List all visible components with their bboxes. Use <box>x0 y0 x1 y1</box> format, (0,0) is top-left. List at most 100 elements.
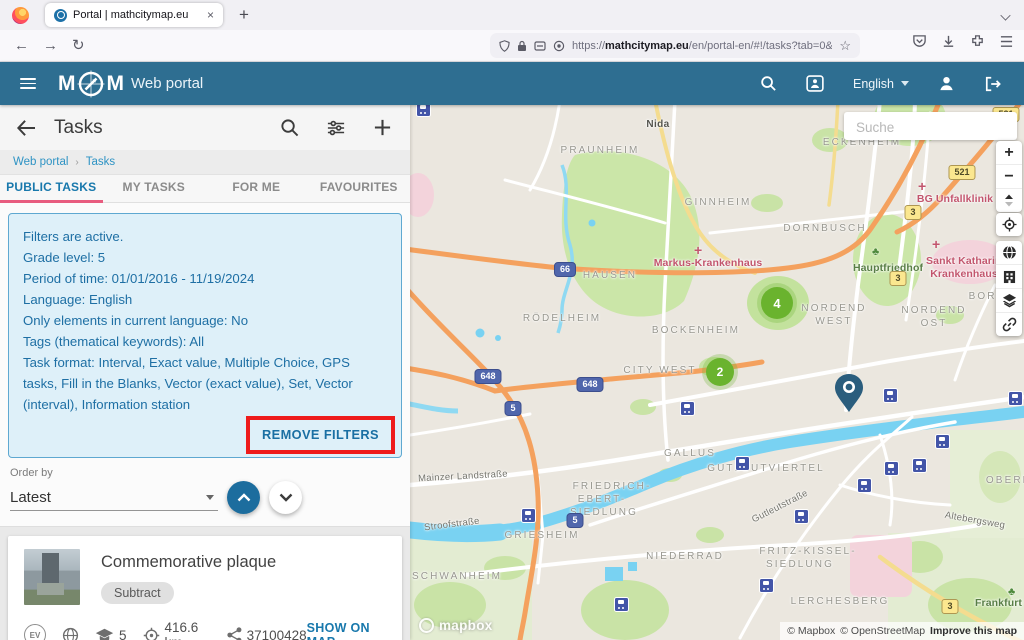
menu-icon[interactable] <box>999 35 1014 48</box>
tab-public-tasks[interactable]: PUBLIC TASKS <box>0 175 103 202</box>
task-cluster-marker[interactable]: 2 <box>706 358 734 386</box>
task-thumbnail <box>24 549 80 605</box>
filter-line: Tags (thematical keywords): All <box>23 331 387 352</box>
buildings-button[interactable] <box>996 265 1022 289</box>
map-label-hospital: BG Unfallklinik <box>917 193 993 205</box>
lock-icon[interactable] <box>517 40 527 52</box>
locate-me-button[interactable] <box>996 213 1022 236</box>
filter-tune-icon[interactable] <box>326 119 346 137</box>
logout-icon[interactable] <box>984 76 1002 92</box>
layers-button[interactable] <box>996 289 1022 313</box>
map-label: NORDEND <box>801 303 866 314</box>
road-badge: 66 <box>554 262 576 277</box>
map-label: FRIEDRICH- <box>573 481 652 492</box>
map-label-place: Frankfurt Cit <box>975 597 1024 609</box>
add-task-icon[interactable] <box>373 118 392 137</box>
globe-view-button[interactable] <box>996 241 1022 265</box>
attribution-osm[interactable]: © OpenStreetMap <box>840 625 925 637</box>
active-filters-box: Filters are active. Grade level: 5 Perio… <box>8 213 402 458</box>
map-attribution: © Mapbox © OpenStreetMap Improve this ma… <box>780 622 1024 640</box>
station-icon <box>857 478 872 493</box>
url-bar[interactable]: https://mathcitymap.eu/en/portal-en/#!/t… <box>490 33 860 58</box>
tab-close-button[interactable]: × <box>207 9 214 21</box>
task-tabs: PUBLIC TASKS MY TASKS FOR ME FAVOURITES <box>0 175 410 203</box>
permissions-icon[interactable] <box>534 40 546 52</box>
zoom-in-button[interactable]: + <box>996 141 1022 165</box>
tab-for-me[interactable]: FOR ME <box>205 175 308 202</box>
reload-button[interactable]: ↻ <box>72 38 85 53</box>
grade-value: 5 <box>119 628 127 640</box>
map-label: DORNBUSCH <box>783 223 866 234</box>
shield-icon[interactable] <box>499 40 510 52</box>
show-on-map-button[interactable]: SHOW ON MAP <box>307 621 386 640</box>
map-label: OST <box>921 318 948 329</box>
road-badge: 5 <box>504 401 521 416</box>
account-icon[interactable] <box>938 75 955 92</box>
location-permission-icon[interactable] <box>553 40 565 52</box>
product-name: Web portal <box>131 75 203 92</box>
map-label: FRITZ-KISSEL- <box>759 546 856 557</box>
station-icon <box>794 509 809 524</box>
locate-control <box>996 213 1022 236</box>
station-icon <box>680 401 695 416</box>
station-icon <box>912 458 927 473</box>
firefox-logo-icon[interactable] <box>12 7 29 24</box>
task-tag-chip: Subtract <box>101 582 174 604</box>
brand-logo[interactable]: M M Web portal <box>58 69 203 99</box>
remove-filters-button[interactable]: REMOVE FILTERS <box>262 427 379 442</box>
task-cluster-marker[interactable]: 4 <box>761 287 793 319</box>
station-icon <box>735 456 750 471</box>
sort-descending-button[interactable] <box>269 481 302 514</box>
filter-line: Filters are active. <box>23 226 387 247</box>
forward-button[interactable]: → <box>43 38 58 53</box>
back-arrow-icon[interactable] <box>16 119 36 137</box>
pocket-icon[interactable] <box>912 34 927 49</box>
remove-filters-highlight: REMOVE FILTERS <box>246 416 395 454</box>
tab-my-tasks[interactable]: MY TASKS <box>103 175 206 202</box>
extensions-icon[interactable] <box>970 34 985 49</box>
map-label: BOCKENHEIM <box>652 325 740 336</box>
improve-map-link[interactable]: Improve this map <box>930 625 1017 637</box>
order-by-label: Order by <box>10 467 400 479</box>
search-icon[interactable] <box>760 75 777 92</box>
url-text[interactable]: https://mathcitymap.eu/en/portal-en/#!/t… <box>572 40 832 52</box>
tilt-button[interactable] <box>996 189 1022 212</box>
share-link-button[interactable] <box>996 313 1022 336</box>
bookmark-star-icon[interactable]: ☆ <box>839 38 851 54</box>
task-card[interactable]: Commemorative plaque Subtract EV 5 416.6… <box>8 536 402 640</box>
list-tabs-chevron-icon[interactable] <box>1000 10 1010 20</box>
filter-line: Task format: Interval, Exact value, Mult… <box>23 352 387 415</box>
downloads-icon[interactable] <box>941 34 956 49</box>
map-search-input[interactable] <box>854 113 1008 141</box>
task-meta-row: EV 5 416.6 km 37100428 SHOW ON MAP <box>24 620 386 640</box>
zoom-out-button[interactable]: − <box>996 165 1022 189</box>
order-by-select[interactable]: Latest <box>10 484 218 511</box>
back-button[interactable]: ← <box>14 38 29 53</box>
hospital-cross-icon: + <box>932 237 940 251</box>
browser-tab[interactable]: Portal | mathcitymap.eu × <box>45 3 223 27</box>
task-list: Commemorative plaque Subtract EV 5 416.6… <box>0 526 410 640</box>
tab-favourites[interactable]: FAVOURITES <box>308 175 411 202</box>
map-label-park: Hauptfriedhof <box>853 262 923 274</box>
road-badge: 5 <box>566 513 583 528</box>
map-tools <box>996 241 1022 336</box>
station-icon <box>1008 391 1023 406</box>
breadcrumb-current[interactable]: Tasks <box>86 156 115 168</box>
map-search-box[interactable] <box>844 112 1017 140</box>
mapbox-logo[interactable]: mapbox <box>419 618 493 633</box>
inbox-icon[interactable] <box>806 75 824 92</box>
search-tasks-icon[interactable] <box>280 118 299 137</box>
sort-ascending-button[interactable] <box>227 481 260 514</box>
language-selector[interactable]: English <box>853 77 909 91</box>
app-menu-icon[interactable] <box>20 75 36 92</box>
gps-target-icon <box>143 627 160 640</box>
attribution-mapbox[interactable]: © Mapbox <box>787 625 835 637</box>
map-label: GALLUS <box>664 448 716 459</box>
new-tab-button[interactable]: + <box>239 5 249 25</box>
breadcrumb-root[interactable]: Web portal <box>13 156 68 168</box>
map-canvas[interactable]: Nida PRAUNHEIM ECKENHEIM GINNHEIM DORNBU… <box>410 105 1024 640</box>
site-favicon-icon <box>54 9 67 22</box>
breadcrumb: Web portal › Tasks <box>0 150 410 175</box>
zoom-controls: + − <box>996 141 1022 212</box>
selected-task-pin[interactable] <box>834 373 864 413</box>
